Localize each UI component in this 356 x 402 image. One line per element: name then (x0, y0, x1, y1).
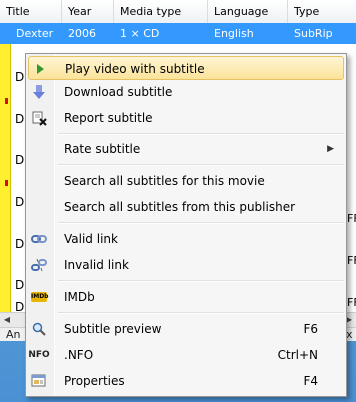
menu-item-nfo[interactable]: NFO .NFO Ctrl+N (28, 343, 344, 367)
menu-separator (58, 312, 344, 314)
imdb-icon: IMDb (31, 289, 49, 305)
cell-year: 2006 (68, 27, 96, 40)
scroll-left-icon[interactable]: ◀ (0, 313, 14, 327)
magnifier-icon (31, 321, 47, 337)
properties-icon (31, 373, 47, 389)
menu-item-label: IMDb (64, 290, 95, 304)
cell-type: SubRip (294, 27, 333, 40)
menu-item-properties[interactable]: Properties F4 (28, 369, 344, 393)
menu-item-invalid-link[interactable]: Invalid link (28, 253, 344, 277)
menu-item-label: Rate subtitle (64, 142, 141, 156)
column-header-title[interactable]: Title (0, 0, 62, 23)
menu-item-label: Properties (64, 374, 125, 388)
row-status-marker (5, 98, 8, 104)
menu-item-shortcut: F4 (303, 374, 318, 388)
column-header-type[interactable]: Type (288, 0, 356, 23)
nfo-icon: NFO (28, 347, 50, 363)
menu-separator (58, 164, 344, 166)
menu-item-label: Valid link (64, 232, 118, 246)
menu-item-rate-subtitle[interactable]: Rate subtitle ▶ (28, 137, 344, 161)
cell-title: Dexter (16, 27, 54, 40)
menu-item-label: Download subtitle (64, 85, 173, 99)
menu-item-label: Report subtitle (64, 111, 153, 125)
cell-fragment: FF (347, 296, 356, 309)
column-header-media-type[interactable]: Media type (114, 0, 208, 23)
status-text: An (6, 328, 21, 341)
column-header-year[interactable]: Year (62, 0, 114, 23)
menu-item-report-subtitle[interactable]: Report subtitle (28, 106, 344, 130)
menu-item-valid-link[interactable]: Valid link (28, 227, 344, 251)
report-subtitle-icon (31, 110, 47, 126)
cell-fragment: FF (347, 254, 356, 267)
imdb-badge-text: IMDb (31, 292, 49, 302)
row-status-strip (0, 44, 11, 312)
download-arrow-icon (31, 84, 47, 100)
menu-separator (58, 222, 344, 224)
cell-fragment: FF (347, 212, 356, 225)
menu-item-download-subtitle[interactable]: Download subtitle (28, 80, 344, 104)
broken-link-icon (31, 257, 47, 273)
menu-item-label: Play video with subtitle (65, 62, 205, 76)
menu-item-shortcut: F6 (303, 322, 318, 336)
menu-item-label: Subtitle preview (64, 322, 162, 336)
column-header-language[interactable]: Language (208, 0, 288, 23)
menu-item-label: Invalid link (64, 258, 129, 272)
table-header: Title Year Media type Language Type (0, 0, 356, 24)
menu-item-label: Search all subtitles for this movie (64, 174, 265, 188)
cell-media-type: 1 × CD (120, 27, 160, 40)
menu-item-search-movie[interactable]: Search all subtitles for this movie (28, 169, 344, 193)
menu-item-subtitle-preview[interactable]: Subtitle preview F6 (28, 317, 344, 341)
table-row[interactable]: D (15, 112, 24, 126)
table-row[interactable]: D (15, 70, 24, 84)
nfo-badge-text: NFO (28, 350, 50, 360)
menu-separator (58, 280, 344, 282)
table-row-selected[interactable]: Dexter 2006 1 × CD English SubRip (0, 23, 356, 44)
menu-item-label: .NFO (64, 348, 94, 362)
table-row[interactable]: D (15, 195, 24, 209)
table-row[interactable]: D (15, 153, 24, 167)
context-menu: Play video with subtitle Download subtit… (25, 53, 347, 397)
row-status-marker (5, 180, 8, 186)
table-row[interactable]: D (15, 237, 24, 251)
play-arrow-icon (32, 61, 48, 77)
menu-item-shortcut: Ctrl+N (277, 348, 318, 362)
submenu-arrow-icon: ▶ (327, 144, 334, 154)
link-icon (31, 231, 47, 247)
menu-item-search-publisher[interactable]: Search all subtitles from this publisher (28, 195, 344, 219)
menu-item-play-video[interactable]: Play video with subtitle (28, 56, 344, 80)
cell-language: English (214, 27, 254, 40)
table-row[interactable]: D (15, 278, 24, 292)
menu-separator (58, 133, 344, 135)
menu-item-imdb[interactable]: IMDb IMDb (28, 285, 344, 309)
menu-item-label: Search all subtitles from this publisher (64, 200, 296, 214)
